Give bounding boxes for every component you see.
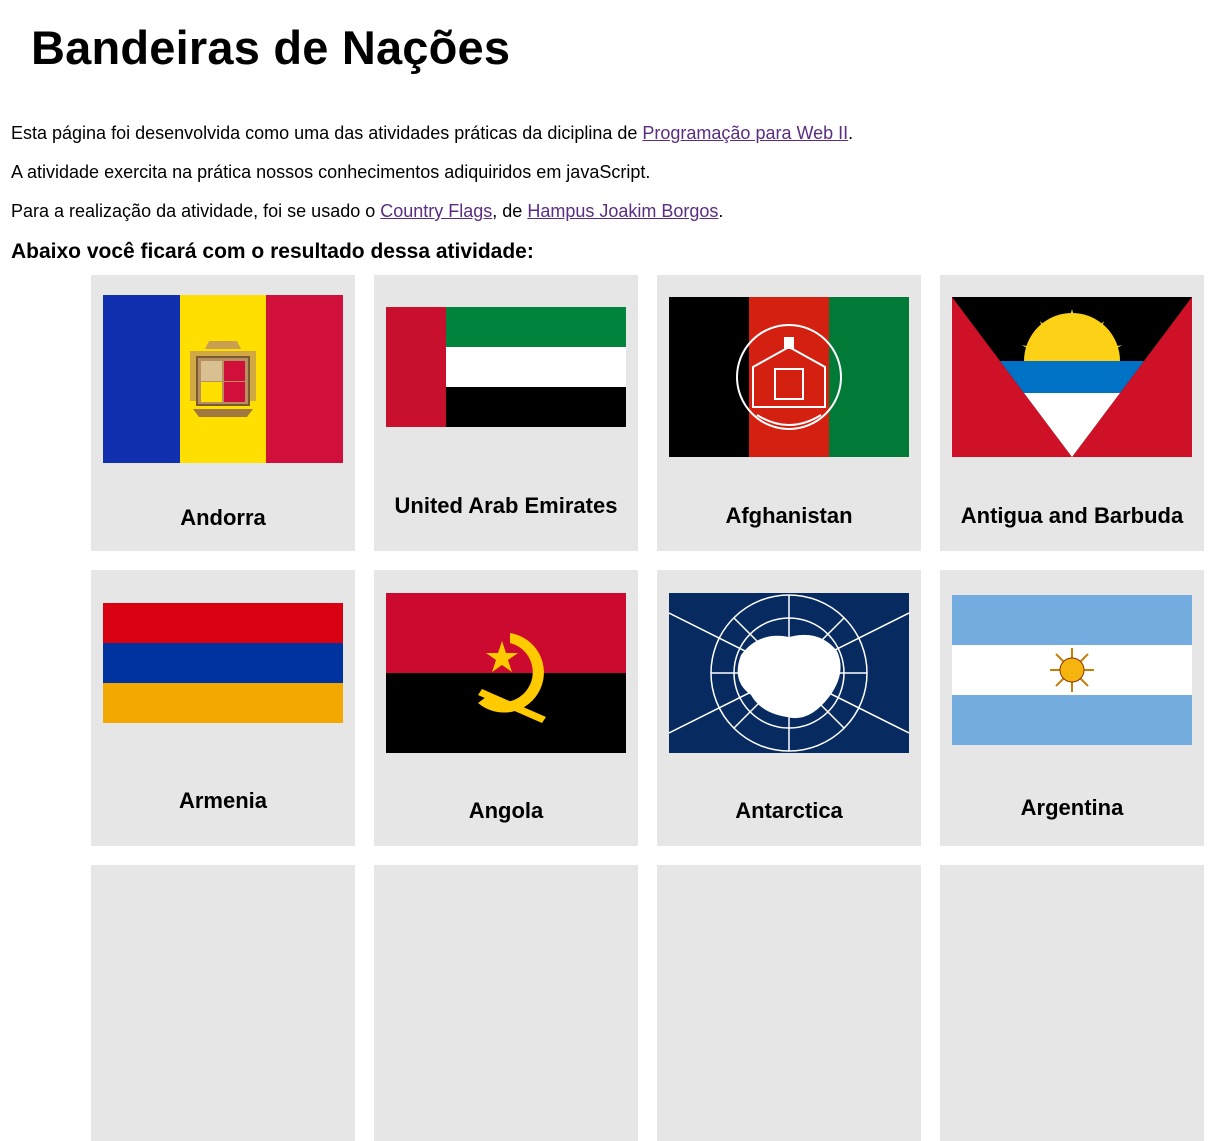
country-name: Antarctica — [735, 798, 843, 823]
author-link[interactable]: Hampus Joakim Borgos — [527, 201, 718, 221]
course-link[interactable]: Programação para Web II — [642, 123, 848, 143]
section-subtitle: Abaixo você ficará com o resultado dessa… — [11, 240, 534, 263]
page-title: Bandeiras de Nações — [31, 21, 511, 74]
uae-flag-icon — [386, 307, 626, 427]
country-flags-link[interactable]: Country Flags — [380, 201, 492, 221]
country-card — [374, 865, 638, 1141]
intro3-text: Para a realização da atividade, foi se u… — [11, 201, 381, 221]
country-card-uae: United Arab Emirates — [374, 275, 638, 551]
country-name: Andorra — [180, 505, 266, 530]
intro-paragraph-1: Esta página foi desenvolvida como uma da… — [11, 122, 853, 144]
andorra-flag-icon — [103, 295, 343, 463]
antarctica-flag-icon — [669, 593, 909, 753]
country-name: Armenia — [178, 788, 268, 813]
country-card-antarctica: Antarctica — [657, 570, 921, 846]
country-card — [91, 865, 355, 1141]
country-card — [940, 865, 1204, 1141]
afghanistan-flag-icon — [669, 297, 909, 457]
country-card-andorra: Andorra — [91, 275, 355, 551]
intro3-end: . — [718, 201, 724, 221]
intro3-middle: , de — [492, 201, 528, 221]
country-name: Angola — [468, 798, 544, 823]
intro-paragraph-2: A atividade exercita na prática nossos c… — [11, 162, 651, 182]
country-card-afghanistan: Afghanistan — [657, 275, 921, 551]
antigua-flag-icon — [952, 297, 1192, 457]
country-card-angola: Angola — [374, 570, 638, 846]
argentina-flag-icon — [952, 595, 1192, 745]
country-card-antigua: Antigua and Barbuda — [940, 275, 1204, 551]
country-name: Argentina — [1020, 795, 1124, 820]
intro-paragraph-3: Para a realização da atividade, foi se u… — [11, 200, 723, 222]
intro1-text: Esta página foi desenvolvida como uma da… — [11, 123, 643, 143]
country-card — [657, 865, 921, 1141]
country-name: Antigua and Barbuda — [960, 503, 1184, 528]
angola-flag-icon — [386, 593, 626, 753]
country-card-argentina: Argentina — [940, 570, 1204, 846]
country-name: Afghanistan — [725, 503, 853, 528]
armenia-flag-icon — [103, 603, 343, 723]
country-name: United Arab Emirates — [394, 493, 618, 518]
intro1-end: . — [848, 123, 854, 143]
country-card-armenia: Armenia — [91, 570, 355, 846]
